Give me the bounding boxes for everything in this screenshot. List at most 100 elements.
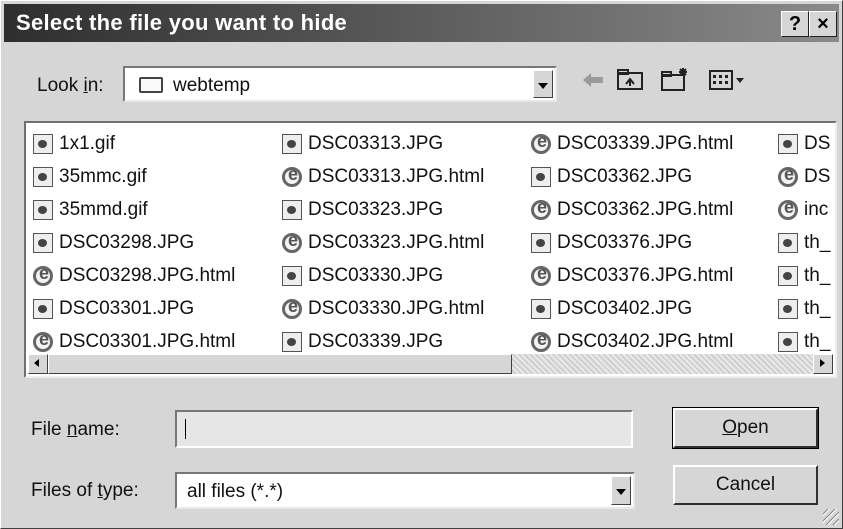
html-document-icon	[33, 263, 53, 286]
file-item[interactable]: DSC03323.JPG	[282, 193, 484, 226]
file-item-label: DSC03402.JPG.html	[557, 330, 734, 352]
arrow-left-icon	[34, 359, 39, 367]
file-item[interactable]: 1x1.gif	[33, 127, 235, 160]
image-file-icon	[531, 166, 551, 187]
look-in-label: Look in:	[37, 75, 104, 96]
html-document-icon	[531, 329, 551, 352]
cancel-button[interactable]: Cancel	[673, 465, 818, 505]
file-item[interactable]: th_	[778, 292, 830, 325]
look-in-value: webtemp	[173, 75, 251, 96]
html-document-icon	[531, 263, 551, 286]
scrollbar-thumb[interactable]	[48, 354, 512, 374]
file-item[interactable]: DSC03339.JPG.html	[531, 127, 733, 160]
file-item[interactable]: DSC03362.JPG	[531, 160, 733, 193]
file-column: DSC03313.JPG DSC03313.JPG.html DSC03323.JP…	[282, 127, 484, 358]
chevron-down-icon[interactable]	[533, 70, 553, 98]
close-button[interactable]: ×	[809, 11, 837, 37]
image-file-icon	[778, 298, 798, 319]
file-item-label: DSC03323.JPG.html	[308, 231, 485, 253]
file-dialog: Select the file you want to hide ? × Loo…	[0, 0, 843, 529]
up-folder-icon[interactable]	[615, 67, 645, 93]
open-button[interactable]: Open	[672, 407, 819, 449]
file-item-label: th_	[804, 231, 831, 253]
file-item-label: th_	[804, 264, 831, 286]
image-file-icon	[282, 199, 302, 220]
image-file-icon	[778, 265, 798, 286]
file-item-label: DSC03330.JPG	[308, 264, 444, 286]
file-item-label: inc	[804, 198, 829, 220]
resize-grip[interactable]	[823, 509, 839, 525]
view-menu-icon[interactable]	[707, 67, 747, 93]
html-document-icon	[282, 230, 302, 253]
file-item[interactable]: DS	[778, 127, 830, 160]
title-bar[interactable]: Select the file you want to hide ? ×	[4, 4, 839, 42]
file-name-input[interactable]	[175, 410, 633, 448]
file-item[interactable]: 35mmc.gif	[33, 160, 235, 193]
file-item[interactable]: DSC03313.JPG	[282, 127, 484, 160]
file-item-label: DSC03298.JPG	[59, 231, 195, 253]
file-item[interactable]: DSC03298.JPG	[33, 226, 235, 259]
scroll-left-button[interactable]	[28, 354, 48, 374]
file-item-label: DS	[804, 132, 831, 154]
look-in-dropdown[interactable]: webtemp	[123, 66, 557, 102]
file-item-label: DSC03298.JPG.html	[59, 264, 236, 286]
file-item-label: DSC03362.JPG	[557, 165, 693, 187]
file-item[interactable]: inc	[778, 193, 830, 226]
file-item-label: DSC03313.JPG.html	[308, 165, 485, 187]
html-document-icon	[531, 197, 551, 220]
text-cursor	[185, 419, 186, 439]
file-item[interactable]: th_	[778, 259, 830, 292]
file-item-label: DSC03301.JPG	[59, 297, 195, 319]
file-item-label: DSC03339.JPG.html	[557, 132, 734, 154]
file-item-label: DSC03362.JPG.html	[557, 198, 734, 220]
file-item[interactable]: DSC03402.JPG	[531, 292, 733, 325]
file-type-label: Files of type:	[31, 480, 139, 501]
file-item-label: DSC03339.JPG	[308, 330, 444, 352]
image-file-icon	[33, 199, 53, 220]
image-file-icon	[531, 298, 551, 319]
arrow-right-icon	[820, 359, 825, 367]
image-file-icon	[33, 232, 53, 253]
file-column: DSC03339.JPG.html DSC03362.JPG DSC03362.JP…	[531, 127, 733, 358]
file-list[interactable]: 1x1.gif 35mmc.gif 35mmd.gif DSC03298.JPG DSC…	[24, 121, 837, 378]
file-item[interactable]: DSC03376.JPG.html	[531, 259, 733, 292]
file-item[interactable]: DSC03330.JPG.html	[282, 292, 484, 325]
file-item[interactable]: th_	[778, 226, 830, 259]
html-document-icon	[778, 197, 798, 220]
file-name-label: File name:	[31, 419, 120, 440]
file-item[interactable]: DSC03298.JPG.html	[33, 259, 235, 292]
file-item-label: DSC03376.JPG	[557, 231, 693, 253]
file-item[interactable]: DSC03330.JPG	[282, 259, 484, 292]
file-type-dropdown[interactable]: all files (*.*)	[175, 472, 635, 509]
file-item[interactable]: DSC03376.JPG	[531, 226, 733, 259]
image-file-icon	[778, 133, 798, 154]
file-item-label: DSC03330.JPG.html	[308, 297, 485, 319]
help-button[interactable]: ?	[781, 11, 809, 37]
file-item-label: DSC03301.JPG.html	[59, 330, 236, 352]
window-title: Select the file you want to hide	[16, 10, 348, 35]
html-document-icon	[531, 131, 551, 154]
file-item[interactable]: DSC03301.JPG	[33, 292, 235, 325]
image-file-icon	[33, 133, 53, 154]
file-item-label: DSC03402.JPG	[557, 297, 693, 319]
html-document-icon	[33, 329, 53, 352]
file-item-label: DSC03313.JPG	[308, 132, 444, 154]
new-folder-icon[interactable]	[659, 67, 691, 93]
file-item[interactable]: DS	[778, 160, 830, 193]
chevron-down-icon[interactable]	[611, 476, 631, 505]
scroll-right-button[interactable]	[813, 354, 833, 374]
image-file-icon	[33, 298, 53, 319]
horizontal-scrollbar[interactable]	[28, 354, 833, 374]
back-arrow-icon[interactable]	[579, 67, 607, 93]
file-item[interactable]: DSC03362.JPG.html	[531, 193, 733, 226]
file-item[interactable]: DSC03323.JPG.html	[282, 226, 484, 259]
image-file-icon	[282, 331, 302, 352]
file-item[interactable]: 35mmd.gif	[33, 193, 235, 226]
file-item-label: 35mmc.gif	[59, 165, 147, 187]
file-item-label: DSC03323.JPG	[308, 198, 444, 220]
file-type-value: all files (*.*)	[187, 481, 284, 502]
file-item-label: th_	[804, 330, 831, 352]
html-document-icon	[282, 296, 302, 319]
file-item-label: DSC03376.JPG.html	[557, 264, 734, 286]
file-item[interactable]: DSC03313.JPG.html	[282, 160, 484, 193]
